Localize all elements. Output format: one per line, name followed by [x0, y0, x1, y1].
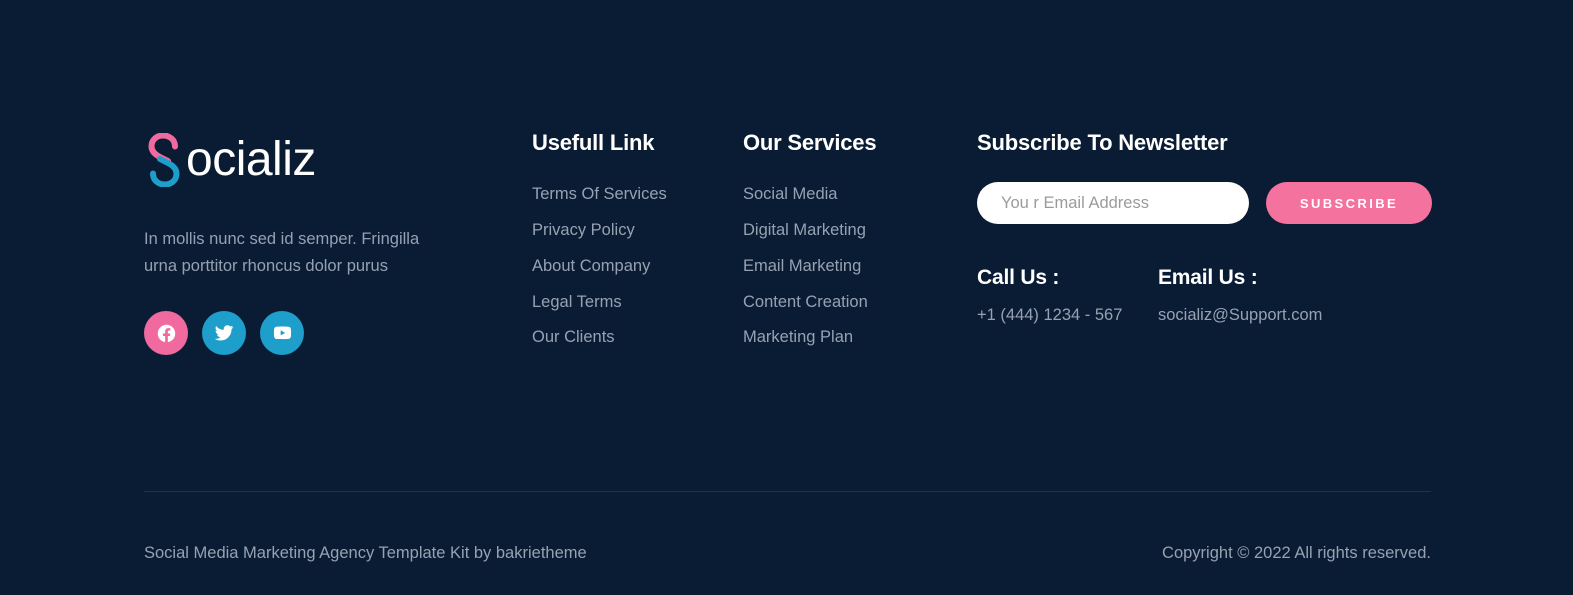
list-item: Terms Of Services [532, 182, 743, 207]
link-about-company[interactable]: About Company [532, 257, 650, 275]
link-marketing-plan[interactable]: Marketing Plan [743, 328, 853, 346]
social-link-youtube[interactable] [260, 311, 304, 356]
email-us-value[interactable]: socializ@Support.com [1158, 304, 1322, 327]
socializ-s-logo-icon [148, 133, 180, 187]
our-services-list: Social Media Digital Marketing Email Mar… [743, 182, 977, 350]
footer-bottom-bar: Social Media Marketing Agency Template K… [144, 542, 1431, 565]
site-footer: ocializ In mollis nunc sed id semper. Fr… [0, 0, 1573, 595]
list-item: Marketing Plan [743, 325, 977, 350]
list-item: Privacy Policy [532, 218, 743, 243]
call-us-value[interactable]: +1 (444) 1234 - 567 [977, 304, 1158, 327]
facebook-icon [157, 324, 175, 343]
footer-useful-link-column: Usefull Link Terms Of Services Privacy P… [532, 130, 743, 350]
brand-logo[interactable]: ocializ [144, 130, 532, 190]
link-terms-of-services[interactable]: Terms Of Services [532, 185, 667, 203]
list-item: About Company [532, 254, 743, 279]
call-us-title: Call Us : [977, 266, 1060, 290]
contact-info: Call Us : +1 (444) 1234 - 567 Email Us :… [977, 265, 1432, 326]
footer-divider [144, 491, 1431, 492]
footer-our-services-column: Our Services Social Media Digital Market… [743, 130, 977, 350]
newsletter-heading: Subscribe To Newsletter [977, 130, 1228, 155]
link-privacy-policy[interactable]: Privacy Policy [532, 221, 635, 239]
list-item: Digital Marketing [743, 218, 977, 243]
email-us-block: Email Us : socializ@Support.com [1158, 265, 1322, 326]
social-link-facebook[interactable] [144, 311, 188, 356]
call-us-block: Call Us : +1 (444) 1234 - 567 [977, 265, 1158, 326]
footer-brand-column: ocializ In mollis nunc sed id semper. Fr… [144, 130, 532, 356]
social-link-twitter[interactable] [202, 311, 246, 356]
social-links [144, 311, 532, 356]
brand-logo-text: ocializ [186, 133, 316, 186]
link-digital-marketing[interactable]: Digital Marketing [743, 221, 866, 239]
brand-description: In mollis nunc sed id semper. Fringilla … [144, 230, 420, 275]
footer-newsletter-column: Subscribe To Newsletter SUBSCRIBE Call U… [977, 130, 1432, 327]
newsletter-form: SUBSCRIBE [977, 182, 1432, 225]
link-social-media[interactable]: Social Media [743, 185, 837, 203]
email-us-title: Email Us : [1158, 266, 1258, 290]
twitter-icon [214, 325, 234, 341]
useful-link-list: Terms Of Services Privacy Policy About C… [532, 182, 743, 350]
link-content-creation[interactable]: Content Creation [743, 293, 868, 311]
link-our-clients[interactable]: Our Clients [532, 328, 615, 346]
useful-link-heading: Usefull Link [532, 130, 655, 155]
footer-copyright: Copyright © 2022 All rights reserved. [1162, 544, 1431, 562]
our-services-heading: Our Services [743, 130, 877, 155]
youtube-icon [273, 326, 291, 340]
email-input[interactable] [977, 182, 1249, 225]
list-item: Email Marketing [743, 254, 977, 279]
link-email-marketing[interactable]: Email Marketing [743, 257, 861, 275]
list-item: Our Clients [532, 325, 743, 350]
list-item: Social Media [743, 182, 977, 207]
footer-credit: Social Media Marketing Agency Template K… [144, 544, 587, 562]
list-item: Content Creation [743, 290, 977, 315]
list-item: Legal Terms [532, 290, 743, 315]
link-legal-terms[interactable]: Legal Terms [532, 293, 622, 311]
subscribe-button[interactable]: SUBSCRIBE [1266, 182, 1432, 225]
footer-columns: ocializ In mollis nunc sed id semper. Fr… [144, 130, 1432, 356]
